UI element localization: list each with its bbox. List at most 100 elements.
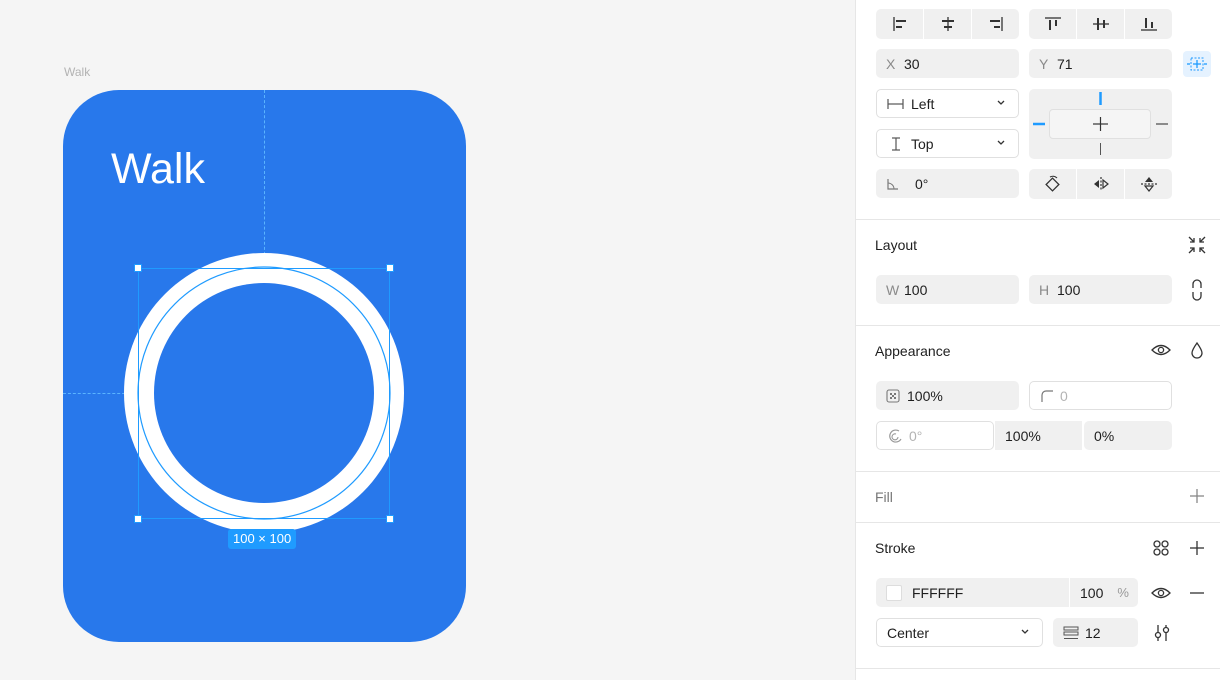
appearance-value-b-field[interactable]: 0% (1084, 421, 1172, 450)
ring-shape[interactable] (0, 0, 855, 680)
stroke-position-select[interactable]: Center (876, 618, 1043, 647)
height-field[interactable]: H 100 (1029, 275, 1172, 304)
add-fill-button[interactable] (1185, 484, 1209, 508)
resize-handle-bottom-left[interactable] (134, 515, 142, 523)
align-bottom-icon (1140, 18, 1157, 31)
appearance-visibility-button[interactable] (1149, 338, 1173, 362)
h-label: H (1039, 281, 1050, 298)
constraints-toggle-button[interactable] (1183, 51, 1211, 77)
selection-box (138, 268, 390, 519)
opacity-field[interactable]: 100% (876, 381, 1019, 410)
constraint-lines (1033, 92, 1168, 155)
chevron-down-icon (997, 140, 1005, 145)
size-badge: 100 × 100 (228, 529, 297, 549)
horizontal-constraint-select[interactable]: Left (876, 89, 1019, 118)
layout-collapse-button[interactable] (1185, 233, 1209, 257)
align-top-icon (1044, 17, 1061, 30)
corner-smoothing-field[interactable]: 0° (876, 421, 994, 450)
chevron-down-icon (997, 100, 1005, 105)
vertical-constraint-select[interactable]: Top (876, 129, 1019, 158)
align-right-button[interactable] (972, 9, 1019, 39)
stroke-color-hex[interactable]: FFFFFF (912, 585, 963, 601)
transform-group (1029, 169, 1172, 199)
width-field[interactable]: W 100 (876, 275, 1019, 304)
properties-panel: X 30 Y 71 Left Top 0° Layout W 100 H 100… (855, 0, 1220, 680)
appearance-value-a[interactable]: 100% (1005, 428, 1041, 444)
align-middle-vertical-icon (1092, 18, 1109, 30)
eye-icon (1151, 587, 1171, 599)
opacity-value[interactable]: 100% (907, 388, 943, 404)
align-top-button[interactable] (1029, 9, 1077, 39)
align-bottom-button[interactable] (1125, 9, 1172, 39)
stroke-visibility-button[interactable] (1149, 581, 1173, 605)
stroke-color-swatch[interactable] (886, 584, 902, 601)
stroke-weight-value[interactable]: 12 (1085, 625, 1101, 641)
horizontal-align-group (876, 9, 1019, 39)
link-icon (1192, 279, 1202, 301)
styles-grid-icon (1153, 540, 1169, 556)
width-value[interactable]: 100 (904, 282, 927, 298)
resize-handle-top-left[interactable] (134, 264, 142, 272)
rotation-value[interactable]: 0° (915, 176, 928, 192)
horizontal-constraint-icon (887, 98, 904, 109)
stroke-opacity-unit: % (1117, 585, 1129, 600)
align-right-icon (989, 17, 1003, 31)
y-value[interactable]: 71 (1057, 56, 1073, 72)
divider (856, 219, 1220, 220)
stroke-color-field[interactable]: FFFFFF (876, 578, 1069, 607)
eye-icon (1151, 344, 1171, 356)
stroke-styles-button[interactable] (1149, 536, 1173, 560)
appearance-section-title: Appearance (875, 343, 951, 359)
corner-radius-icon (1041, 389, 1053, 402)
constraints-icon (1187, 57, 1207, 71)
rotate-button[interactable] (1029, 169, 1077, 199)
divider (856, 325, 1220, 326)
constraint-widget[interactable] (1029, 89, 1172, 159)
flip-vertical-icon (1140, 177, 1157, 192)
flip-horizontal-button[interactable] (1077, 169, 1125, 199)
y-label: Y (1039, 55, 1049, 72)
corner-radius-field[interactable]: 0 (1029, 381, 1172, 410)
align-middle-button[interactable] (1077, 9, 1125, 39)
rotate-icon (1044, 175, 1060, 192)
corner-smoothing-value[interactable]: 0° (909, 428, 922, 444)
divider (856, 471, 1220, 472)
remove-stroke-button[interactable] (1185, 581, 1209, 605)
chevron-down-icon (1021, 629, 1029, 634)
divider (856, 668, 1220, 669)
add-stroke-button[interactable] (1185, 536, 1209, 560)
sliders-icon (1154, 625, 1170, 641)
stroke-opacity-value[interactable]: 100 (1080, 585, 1103, 601)
stroke-weight-icon (1063, 626, 1079, 639)
horizontal-constraint-value: Left (911, 95, 935, 112)
canvas[interactable]: Walk Walk 100 × 100 (0, 0, 855, 680)
resize-handle-top-right[interactable] (386, 264, 394, 272)
corner-radius-value[interactable]: 0 (1060, 388, 1068, 404)
align-left-button[interactable] (876, 9, 924, 39)
appearance-value-a-field[interactable]: 100% (995, 421, 1082, 450)
stroke-settings-button[interactable] (1150, 621, 1174, 645)
opacity-icon (886, 388, 900, 403)
blend-mode-button[interactable] (1185, 338, 1209, 362)
flip-vertical-button[interactable] (1125, 169, 1172, 199)
drop-icon (1191, 341, 1203, 359)
x-position-field[interactable]: X 30 (876, 49, 1019, 78)
height-value[interactable]: 100 (1057, 282, 1080, 298)
x-value[interactable]: 30 (904, 56, 920, 72)
resize-handle-bottom-right[interactable] (386, 515, 394, 523)
minus-icon (1190, 592, 1204, 594)
plus-icon (1190, 541, 1204, 555)
stroke-opacity-field[interactable]: 100 % (1070, 578, 1138, 607)
stroke-weight-field[interactable]: 12 (1053, 618, 1138, 647)
align-center-h-button[interactable] (924, 9, 972, 39)
layout-section-title: Layout (875, 237, 918, 253)
constrain-proportions-button[interactable] (1185, 278, 1209, 302)
rotation-field[interactable]: 0° (876, 169, 1019, 198)
y-position-field[interactable]: Y 71 (1029, 49, 1172, 78)
corner-smoothing-icon (889, 428, 902, 443)
vertical-align-group (1029, 9, 1172, 39)
vertical-constraint-value: Top (911, 135, 934, 152)
vertical-constraint-icon (892, 136, 900, 151)
appearance-value-b[interactable]: 0% (1094, 428, 1114, 444)
w-label: W (886, 281, 900, 298)
